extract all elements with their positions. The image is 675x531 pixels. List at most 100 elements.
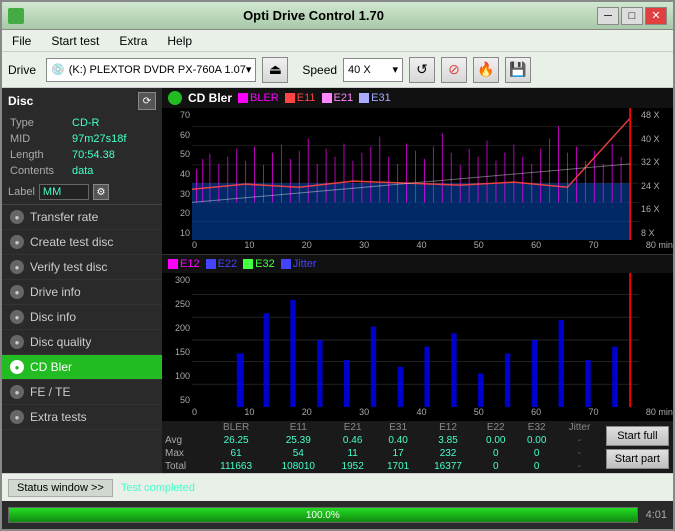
- sidebar-item-extra-tests[interactable]: ● Extra tests: [2, 405, 162, 430]
- speed-select[interactable]: 40 X ▾: [343, 58, 403, 82]
- label-input[interactable]: [39, 184, 89, 200]
- e21-color: [322, 93, 332, 103]
- max-e21: 11: [330, 447, 375, 460]
- total-e12: 16377: [421, 460, 475, 473]
- transfer-rate-label: Transfer rate: [30, 210, 98, 224]
- extra-tests-label: Extra tests: [30, 410, 87, 424]
- start-part-button[interactable]: Start part: [606, 449, 669, 469]
- sidebar-item-disc-info[interactable]: ● Disc info: [2, 305, 162, 330]
- jitter-color: [281, 259, 291, 269]
- menu-help[interactable]: Help: [163, 33, 196, 49]
- sidebar-item-cd-bler[interactable]: ● CD Bler: [2, 355, 162, 380]
- close-button[interactable]: ✕: [645, 7, 667, 25]
- menu-bar: File Start test Extra Help: [2, 30, 673, 52]
- col-header-jitter: Jitter: [557, 421, 602, 434]
- erase-button[interactable]: ⊘: [441, 57, 467, 83]
- maximize-button[interactable]: □: [621, 7, 643, 25]
- drive-label: Drive: [8, 63, 36, 77]
- window-title: Opti Drive Control 1.70: [30, 8, 597, 23]
- progress-track: 100.0%: [8, 507, 638, 523]
- legend-e21: E21: [322, 92, 354, 104]
- avg-e12: 3.85: [421, 434, 475, 447]
- fe-te-label: FE / TE: [30, 385, 70, 399]
- sidebar-item-drive-info[interactable]: ● Drive info: [2, 280, 162, 305]
- chart1-inner: 70 60 50 40 30 20 10: [162, 108, 673, 240]
- legend-e32: E32: [243, 258, 275, 270]
- burn-button[interactable]: 🔥: [473, 57, 499, 83]
- e32-label: E32: [255, 258, 275, 270]
- total-e21: 1952: [330, 460, 375, 473]
- total-e31: 1701: [375, 460, 420, 473]
- jitter-label: Jitter: [293, 258, 317, 270]
- action-buttons-section: Start full Start part: [602, 421, 673, 473]
- disc-quality-icon: ●: [10, 335, 24, 349]
- chart2-y-axis: 300 250 200 150 100 50: [162, 273, 192, 407]
- menu-file[interactable]: File: [8, 33, 35, 49]
- contents-value: data: [72, 164, 154, 178]
- chart1-icon: [168, 91, 182, 105]
- speed-chevron: ▾: [393, 63, 399, 76]
- col-header-e12: E12: [421, 421, 475, 434]
- chart1-section: CD Bler BLER E11 E21 E3: [162, 88, 673, 255]
- minimize-button[interactable]: ─: [597, 7, 619, 25]
- status-window-button[interactable]: Status window >>: [8, 479, 113, 497]
- col-header-e31: E31: [375, 421, 420, 434]
- sidebar-item-create-test-disc[interactable]: ● Create test disc: [2, 230, 162, 255]
- sidebar-item-transfer-rate[interactable]: ● Transfer rate: [2, 205, 162, 230]
- save-button[interactable]: 💾: [505, 57, 531, 83]
- avg-e32: 0.00: [516, 434, 557, 447]
- col-header-bler: BLER: [206, 421, 267, 434]
- eject-button[interactable]: ⏏: [262, 57, 288, 83]
- avg-e22: 0.00: [475, 434, 516, 447]
- chart1-y-axis: 70 60 50 40 30 20 10: [162, 108, 192, 240]
- sidebar-item-fe-te[interactable]: ● FE / TE: [2, 380, 162, 405]
- legend-jitter: Jitter: [281, 258, 317, 270]
- refresh-button[interactable]: ↺: [409, 57, 435, 83]
- time-display: 4:01: [646, 509, 667, 521]
- avg-e31: 0.40: [375, 434, 420, 447]
- disc-refresh-button[interactable]: ⟳: [138, 92, 156, 110]
- max-e32: 0: [516, 447, 557, 460]
- label-settings-button[interactable]: ⚙: [93, 184, 109, 200]
- drive-icon: 💿: [51, 63, 65, 76]
- legend-bler: BLER: [238, 92, 279, 104]
- sidebar-item-disc-quality[interactable]: ● Disc quality: [2, 330, 162, 355]
- col-header-empty: [162, 421, 206, 434]
- type-label: Type: [10, 116, 70, 130]
- e12-label: E12: [180, 258, 200, 270]
- avg-bler: 26.25: [206, 434, 267, 447]
- speed-value: 40 X: [348, 64, 371, 76]
- menu-start-test[interactable]: Start test: [47, 33, 103, 49]
- chart2-x-axis: 0 10 20 30 40 50 60 70 80 min: [162, 407, 673, 421]
- e32-color: [243, 259, 253, 269]
- chart2-section: E12 E22 E32 Jitter: [162, 255, 673, 421]
- chart1-x-axis: 0 10 20 30 40 50 60 70 80 min: [162, 240, 673, 254]
- e12-color: [168, 259, 178, 269]
- drive-info-icon: ●: [10, 285, 24, 299]
- start-full-button[interactable]: Start full: [606, 426, 669, 446]
- chart2-header: E12 E22 E32 Jitter: [162, 255, 673, 273]
- stats-and-buttons: BLER E11 E21 E31 E12 E22 E32 Jitter: [162, 421, 673, 473]
- progress-bar-area: 100.0% 4:01: [2, 501, 673, 529]
- drive-value: (K:) PLEXTOR DVDR PX-760A 1.07: [69, 64, 246, 76]
- disc-quality-label: Disc quality: [30, 335, 91, 349]
- sidebar-item-verify-test-disc[interactable]: ● Verify test disc: [2, 255, 162, 280]
- extra-tests-icon: ●: [10, 410, 24, 424]
- max-e22: 0: [475, 447, 516, 460]
- disc-info-table: Type CD-R MID 97m27s18f Length 70:54.38 …: [8, 114, 156, 180]
- drive-select[interactable]: 💿 (K:) PLEXTOR DVDR PX-760A 1.07 ▾: [46, 58, 256, 82]
- disc-info-label: Disc info: [30, 310, 76, 324]
- legend-e31: E31: [359, 92, 391, 104]
- avg-label: Avg: [162, 434, 206, 447]
- col-header-e22: E22: [475, 421, 516, 434]
- charts-area: CD Bler BLER E11 E21 E3: [162, 88, 673, 473]
- e22-label: E22: [218, 258, 238, 270]
- verify-test-disc-icon: ●: [10, 260, 24, 274]
- menu-extra[interactable]: Extra: [115, 33, 151, 49]
- total-e32: 0: [516, 460, 557, 473]
- cd-bler-icon: ●: [10, 360, 24, 374]
- create-test-disc-icon: ●: [10, 235, 24, 249]
- speed-label: Speed: [302, 63, 337, 77]
- stats-section: BLER E11 E21 E31 E12 E22 E32 Jitter: [162, 421, 602, 473]
- e11-color: [285, 93, 295, 103]
